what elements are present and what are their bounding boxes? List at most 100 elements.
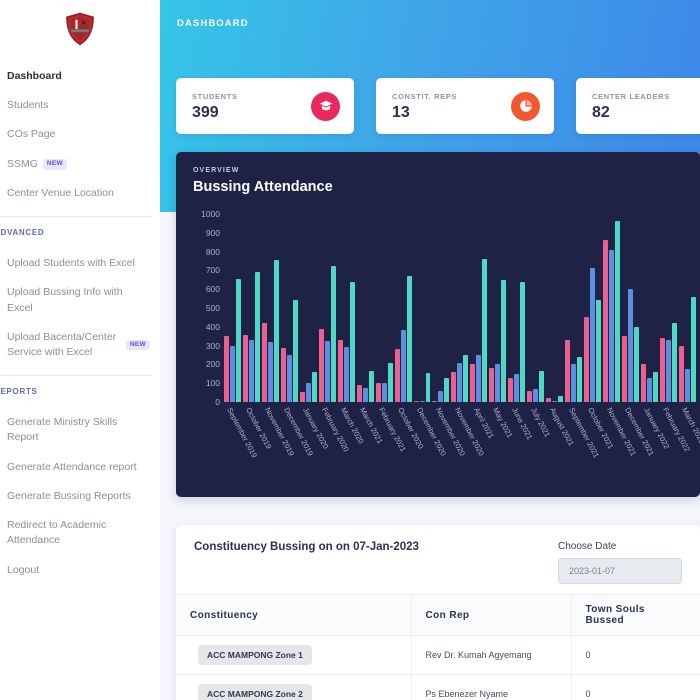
stat-card-constit-reps[interactable]: CONSTIT. REPS 13: [376, 78, 554, 134]
bar[interactable]: [622, 336, 627, 402]
bar-group[interactable]: [413, 214, 433, 402]
bar[interactable]: [615, 220, 621, 402]
bar-group[interactable]: [280, 214, 300, 402]
bar[interactable]: [261, 323, 267, 402]
column-header-town-souls-bussed[interactable]: Town Souls Bussed: [571, 594, 700, 636]
bar[interactable]: [400, 329, 406, 402]
bar[interactable]: [349, 281, 355, 402]
bar[interactable]: [652, 371, 658, 402]
bar[interactable]: [305, 383, 311, 402]
bar[interactable]: [633, 326, 639, 402]
bar[interactable]: [413, 401, 419, 402]
bar[interactable]: [678, 345, 684, 402]
column-header-constituency[interactable]: Constituency: [176, 594, 412, 636]
bar-group[interactable]: [451, 214, 470, 402]
bar[interactable]: [280, 348, 286, 402]
bar-group[interactable]: [622, 214, 641, 402]
bar-group[interactable]: [678, 214, 698, 402]
date-input[interactable]: [558, 558, 682, 584]
bar-group[interactable]: [489, 214, 508, 402]
table-row[interactable]: ACC MAMPONG Zone 2 Ps Ebenezer Nyame 0: [176, 674, 700, 700]
bar[interactable]: [318, 328, 324, 402]
bar[interactable]: [577, 356, 583, 402]
bar-group[interactable]: [224, 214, 243, 402]
bar[interactable]: [527, 390, 533, 402]
bar[interactable]: [273, 260, 279, 402]
sidebar-item-center-venue-location[interactable]: Center Venue Location: [0, 179, 160, 208]
bar[interactable]: [419, 401, 425, 402]
bar-group[interactable]: [508, 214, 527, 402]
bar[interactable]: [520, 281, 526, 402]
bar[interactable]: [565, 339, 571, 402]
bar[interactable]: [501, 279, 507, 402]
bar[interactable]: [356, 385, 362, 402]
bar[interactable]: [457, 362, 463, 402]
bar-group[interactable]: [640, 214, 660, 402]
constituency-chip[interactable]: ACC MAMPONG Zone 2: [198, 684, 312, 700]
bar[interactable]: [451, 371, 457, 402]
bar-group[interactable]: [261, 214, 281, 402]
bar[interactable]: [590, 267, 596, 402]
sidebar-item-students[interactable]: Students: [0, 91, 160, 120]
bar-group[interactable]: [470, 214, 489, 402]
bar[interactable]: [337, 339, 343, 402]
sidebar-item-logout[interactable]: Logout: [0, 556, 160, 585]
table-row[interactable]: ACC MAMPONG Zone 1 Rev Dr. Kumah Agyemang…: [176, 635, 700, 675]
bar[interactable]: [690, 296, 696, 402]
sidebar-item-ssmg[interactable]: SSMG NEW: [0, 150, 160, 179]
bar[interactable]: [539, 370, 545, 402]
bar[interactable]: [311, 371, 317, 402]
bar[interactable]: [444, 377, 450, 402]
sidebar-item-generate-attendance-report[interactable]: Generate Attendance report: [0, 453, 160, 482]
bar[interactable]: [463, 355, 469, 402]
bar-group[interactable]: [318, 214, 338, 402]
sidebar-item-generate-ministry-skills-report[interactable]: Generate Ministry Skills Report: [0, 408, 160, 452]
bar-group[interactable]: [375, 214, 395, 402]
bar[interactable]: [514, 373, 520, 402]
bar[interactable]: [533, 388, 539, 402]
bar[interactable]: [362, 387, 368, 402]
bar-group[interactable]: [432, 214, 451, 402]
sidebar-item-upload-bussing-excel[interactable]: Upload Bussing Info with Excel: [0, 278, 160, 322]
bar[interactable]: [665, 339, 671, 402]
bar[interactable]: [324, 340, 330, 402]
bar[interactable]: [254, 272, 260, 402]
bar[interactable]: [438, 390, 444, 402]
bar-group[interactable]: [527, 214, 546, 402]
sidebar-item-cos-page[interactable]: COs Page: [0, 120, 160, 149]
bar[interactable]: [552, 401, 558, 402]
bar[interactable]: [596, 299, 602, 402]
bar[interactable]: [394, 349, 400, 402]
bar-group[interactable]: [565, 214, 584, 402]
bar[interactable]: [470, 364, 476, 402]
stat-card-students[interactable]: STUDENTS 399: [176, 78, 354, 134]
bar[interactable]: [609, 249, 615, 402]
sidebar-item-redirect-academic-attendance[interactable]: Redirect to Academic Attendance: [0, 511, 160, 555]
bar[interactable]: [375, 383, 381, 402]
bar[interactable]: [640, 364, 646, 402]
bar[interactable]: [482, 259, 488, 402]
bar[interactable]: [235, 278, 241, 402]
bar-group[interactable]: [546, 214, 565, 402]
bar[interactable]: [299, 391, 305, 402]
column-header-con-rep[interactable]: Con Rep: [411, 594, 572, 636]
bar[interactable]: [292, 300, 298, 402]
bar[interactable]: [368, 370, 374, 402]
sidebar-item-dashboard[interactable]: Dashboard: [0, 62, 160, 91]
bar[interactable]: [248, 339, 254, 402]
bar[interactable]: [381, 383, 387, 402]
bar[interactable]: [406, 276, 412, 402]
bar[interactable]: [476, 355, 482, 402]
bar[interactable]: [343, 346, 349, 402]
bar[interactable]: [229, 345, 235, 402]
constituency-chip[interactable]: ACC MAMPONG Zone 1: [198, 645, 312, 665]
bar[interactable]: [571, 364, 577, 402]
bar-group[interactable]: [337, 214, 357, 402]
bar[interactable]: [659, 338, 665, 402]
bar[interactable]: [584, 317, 590, 402]
bar[interactable]: [387, 363, 393, 402]
bar-group[interactable]: [299, 214, 319, 402]
bar[interactable]: [242, 335, 248, 402]
bar[interactable]: [432, 401, 438, 402]
bar-group[interactable]: [242, 214, 262, 402]
